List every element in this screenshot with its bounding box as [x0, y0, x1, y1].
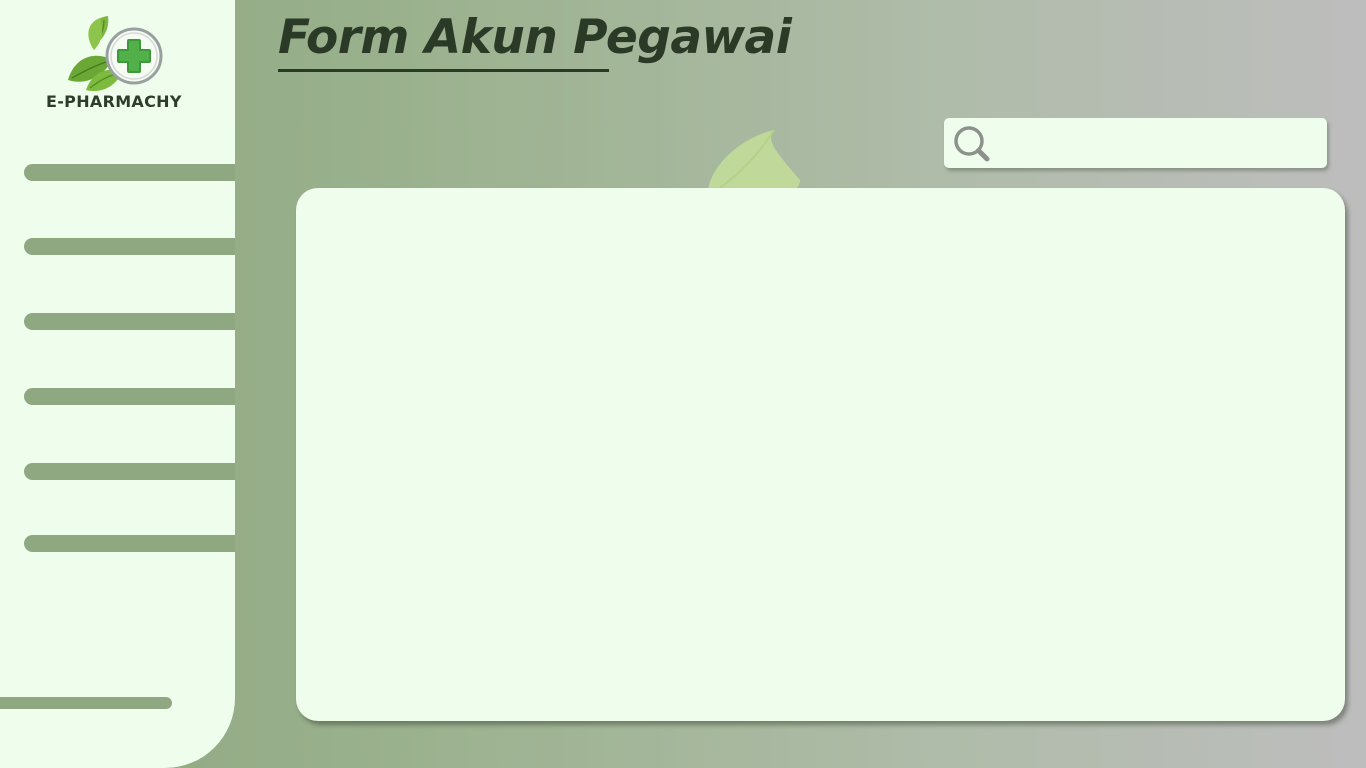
- search-icon: [954, 126, 990, 162]
- brand-name: E-PHARMACHY: [46, 92, 182, 111]
- sidebar-item-5[interactable]: [24, 463, 235, 480]
- sidebar-item-1[interactable]: [24, 164, 235, 181]
- sidebar: E-PHARMACHY: [0, 0, 235, 768]
- search-box[interactable]: [944, 118, 1327, 168]
- content-panel: [296, 188, 1345, 721]
- sidebar-item-6[interactable]: [24, 535, 235, 552]
- title-underline: [278, 69, 609, 72]
- leaf-decoration-icon: [708, 129, 800, 196]
- leaf-cross-logo-icon: [68, 16, 163, 92]
- sidebar-item-2[interactable]: [24, 238, 235, 255]
- sidebar-bottom-item[interactable]: [0, 697, 172, 709]
- logo: E-PHARMACHY: [46, 10, 196, 112]
- sidebar-item-3[interactable]: [24, 313, 235, 330]
- page-title: Form Akun Pegawai: [278, 10, 792, 65]
- search-input[interactable]: [998, 126, 1317, 162]
- sidebar-item-4[interactable]: [24, 388, 235, 405]
